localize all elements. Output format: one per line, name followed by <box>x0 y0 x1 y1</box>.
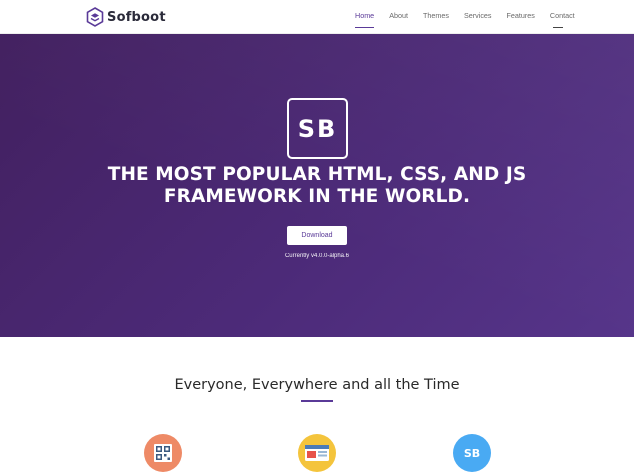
hero-title-line-1: THE MOST POPULAR HTML, CSS, AND JS <box>107 164 527 185</box>
nav-item-services[interactable]: Services <box>464 11 492 21</box>
feature-icon-2 <box>298 434 336 472</box>
hero-section: SB THE MOST POPULAR HTML, CSS, AND JS FR… <box>0 34 634 337</box>
download-button[interactable]: Download <box>287 226 347 245</box>
nav-item-about[interactable]: About <box>389 11 408 21</box>
feature-icon-1 <box>144 434 182 472</box>
version-text: Currently v4.0.0-alpha.6 <box>284 253 350 259</box>
brand-link[interactable]: Sofboot <box>86 7 166 27</box>
browser-window-icon <box>305 445 329 461</box>
section-title: Everyone, Everywhere and all the Time <box>174 377 460 393</box>
hero-title-line-2: FRAMEWORK IN THE WORLD. <box>163 186 471 207</box>
nav-menu: Home About Themes Services Features Cont… <box>355 11 590 28</box>
nav-item-features[interactable]: Features <box>507 11 535 21</box>
nav-item-contact[interactable]: Contact <box>550 11 575 28</box>
hero-logo: SB <box>287 98 348 159</box>
section-title-underline <box>301 400 333 402</box>
hero-title: THE MOST POPULAR HTML, CSS, AND JS FRAME… <box>0 164 634 208</box>
nav-item-themes[interactable]: Themes <box>423 11 449 21</box>
sb-logo-icon: SB <box>463 446 481 460</box>
nav-item-home[interactable]: Home <box>355 11 375 28</box>
top-navbar: Sofboot Home About Themes Services Featu… <box>0 0 634 34</box>
qr-grid-icon <box>154 444 172 462</box>
feature-icon-3: SB <box>453 434 491 472</box>
brand-name: Sofboot <box>107 9 166 25</box>
cube-logo-icon <box>86 7 104 27</box>
